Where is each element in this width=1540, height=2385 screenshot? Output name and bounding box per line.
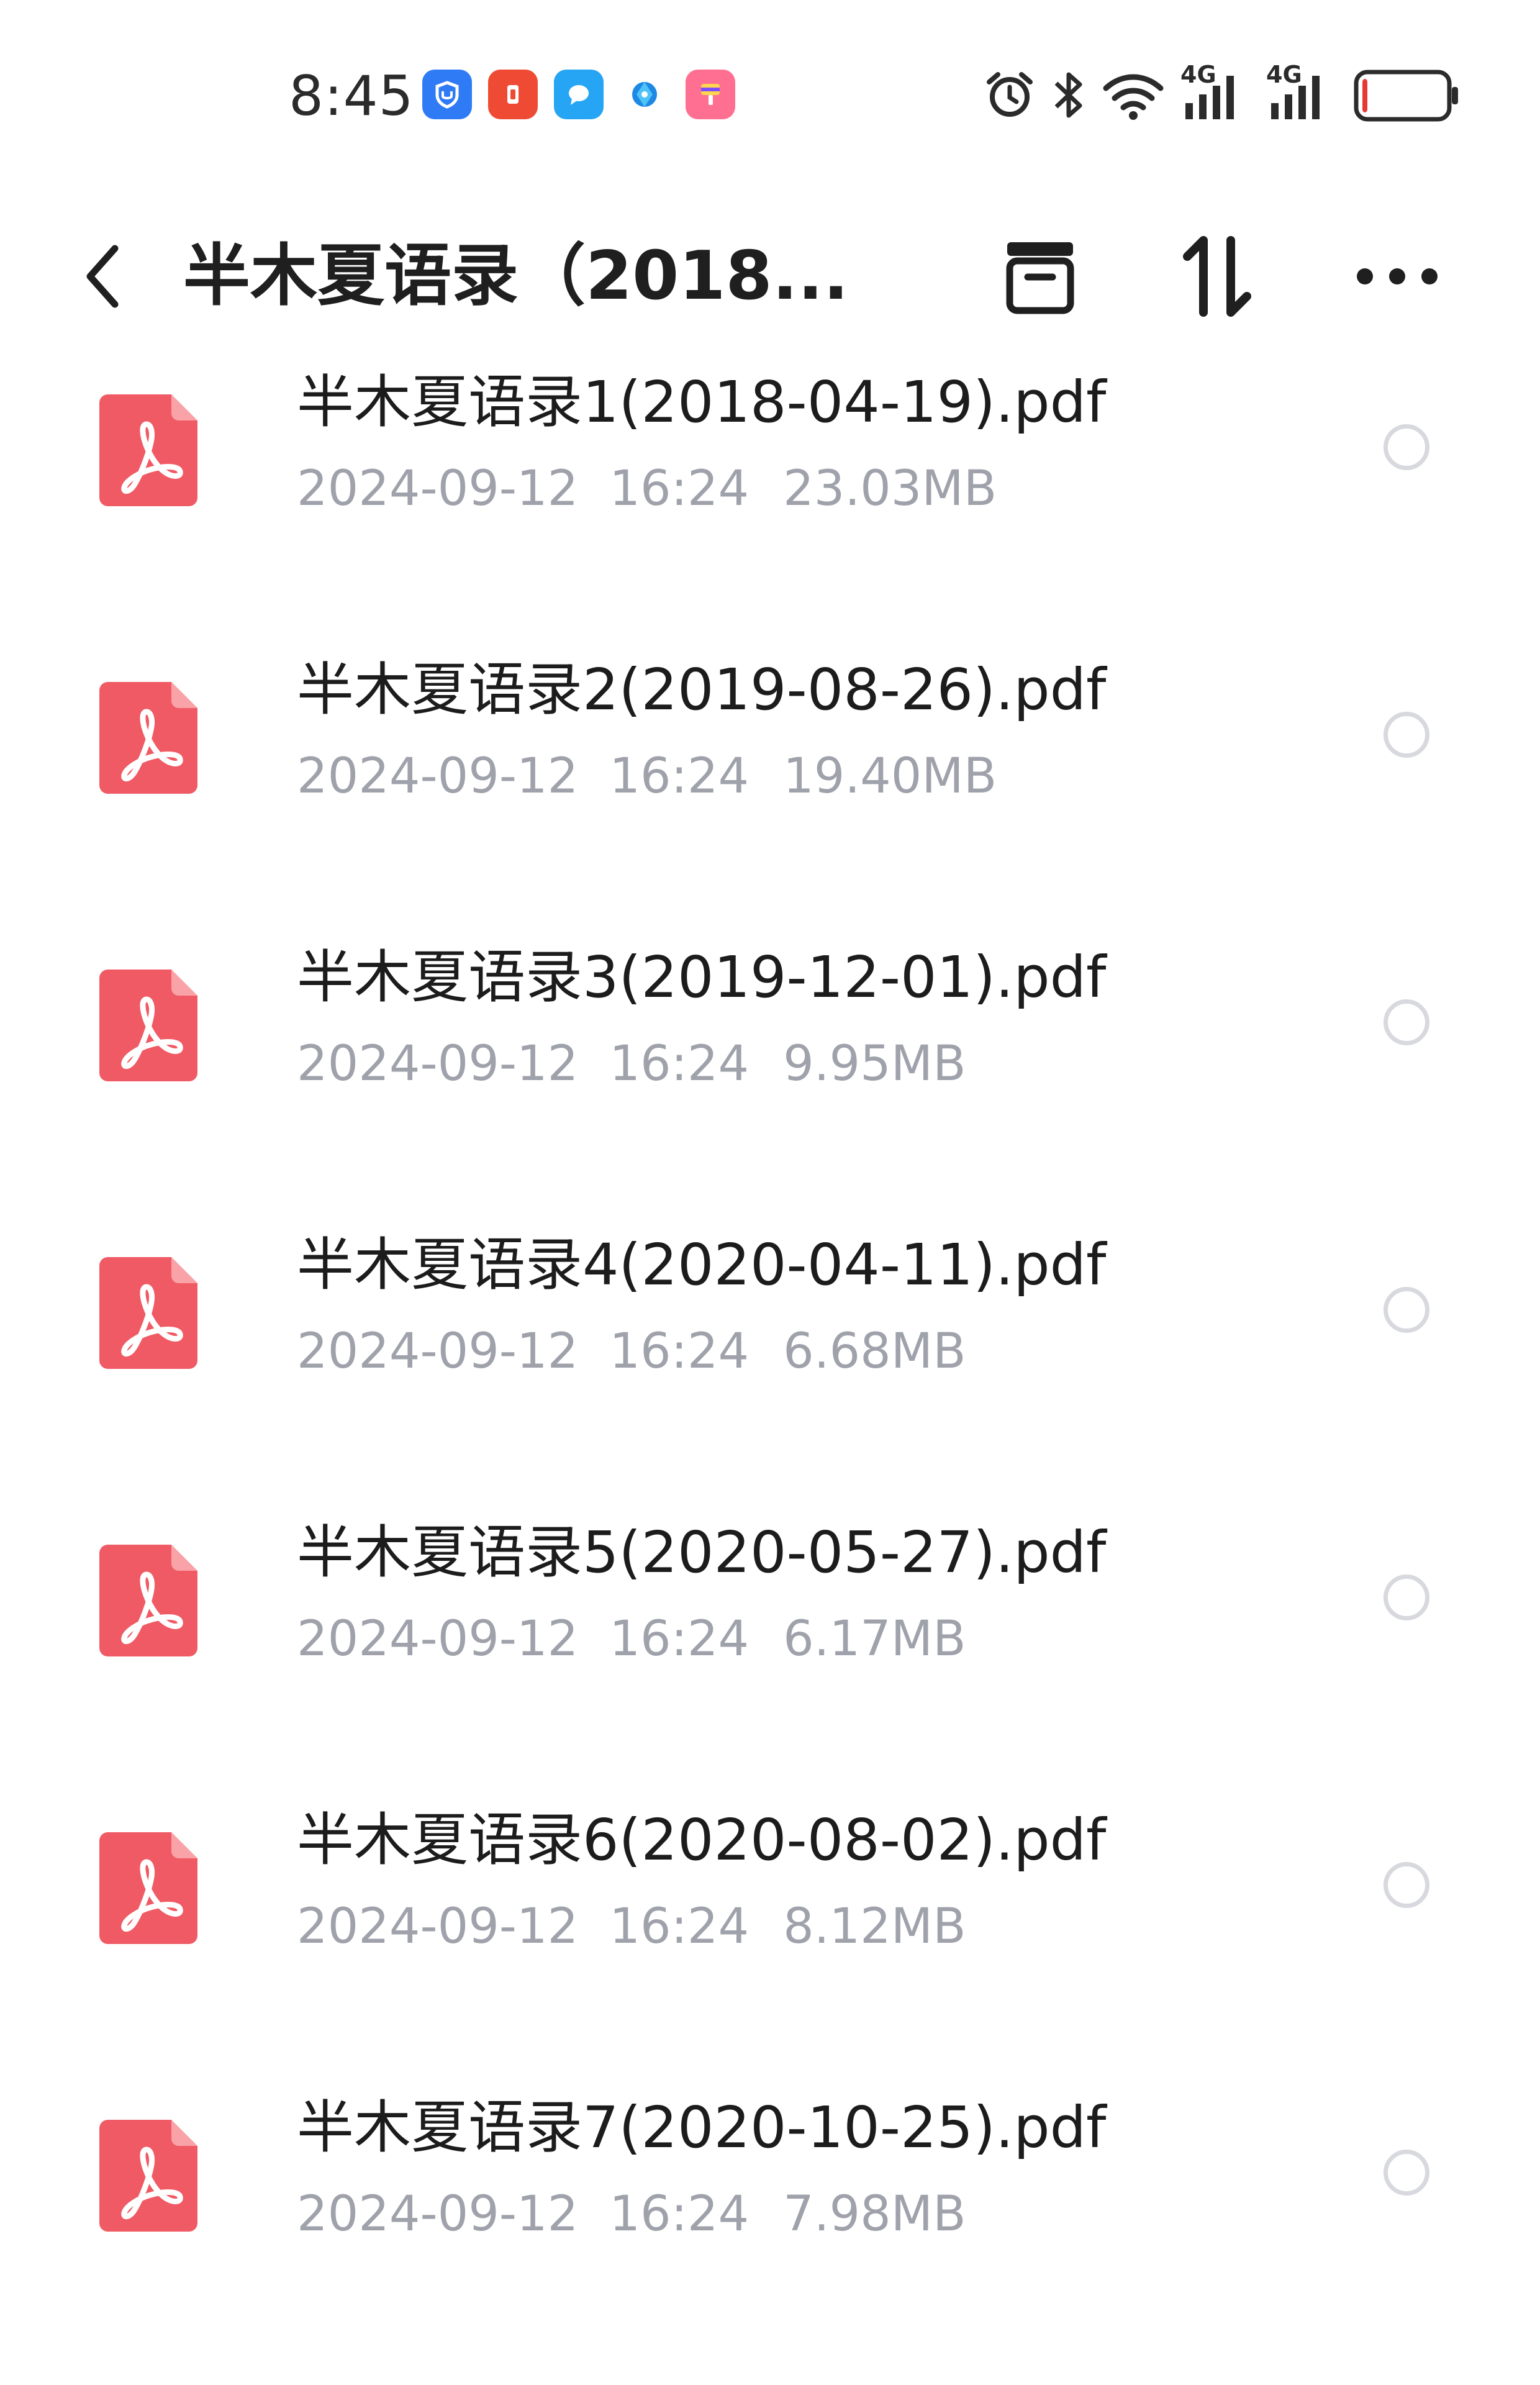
battery-icon xyxy=(1354,70,1458,122)
file-row[interactable]: 半木夏语录1(2018-04-19).pdf 2024-09-12 16:24 23… xyxy=(0,351,1540,638)
file-name: 半木夏语录1(2018-04-19).pdf xyxy=(297,369,1107,435)
select-radio[interactable] xyxy=(1384,999,1429,1045)
file-meta: 2024-09-12 16:24 8.12MB xyxy=(297,1896,966,1958)
sort-button[interactable] xyxy=(1171,233,1264,320)
pdf-file-icon xyxy=(99,394,197,506)
chat-app-icon xyxy=(554,70,604,119)
select-radio[interactable] xyxy=(1384,2150,1429,2196)
file-date: 2024-09-12 xyxy=(297,1036,579,1092)
file-time: 16:24 xyxy=(609,1036,750,1092)
file-name: 半木夏语录7(2020-10-25).pdf xyxy=(297,2094,1107,2161)
paint-app-icon xyxy=(686,70,735,119)
file-row[interactable]: 半木夏语录2(2019-08-26).pdf 2024-09-12 16:24 19… xyxy=(0,638,1540,926)
file-size: 6.17MB xyxy=(783,1611,966,1667)
file-name: 半木夏语录2(2019-08-26).pdf xyxy=(297,656,1107,723)
file-time: 16:24 xyxy=(609,1611,750,1667)
file-size: 6.68MB xyxy=(783,1324,966,1379)
more-icon xyxy=(1357,268,1438,284)
file-row[interactable]: 半木夏语录4(2020-04-11).pdf 2024-09-12 16:24 6.… xyxy=(0,1214,1540,1501)
signal-4g-icon: 4G xyxy=(1266,61,1336,123)
more-button[interactable] xyxy=(1351,233,1444,320)
pdf-file-icon xyxy=(99,682,197,794)
select-radio[interactable] xyxy=(1384,1287,1429,1333)
file-row[interactable]: 半木夏语录7(2020-10-25).pdf 2024-09-12 16:24 7.… xyxy=(0,2076,1540,2364)
select-radio[interactable] xyxy=(1384,1862,1429,1908)
file-row[interactable]: 半木夏语录5(2020-05-27).pdf 2024-09-12 16:24 6.… xyxy=(0,1501,1540,1789)
status-bar: 8:45 4G 4G xyxy=(0,0,1540,155)
system-icons: 4G 4G xyxy=(984,61,1336,123)
shield-app-icon xyxy=(422,70,472,119)
file-date: 2024-09-12 xyxy=(297,2186,579,2242)
browser-app-icon xyxy=(620,70,669,119)
bluetooth-icon xyxy=(1051,68,1086,122)
file-date: 2024-09-12 xyxy=(297,1611,579,1667)
file-meta: 2024-09-12 16:24 6.68MB xyxy=(297,1320,966,1383)
back-button[interactable] xyxy=(68,236,137,317)
page-title: 半木夏语录（2018.... xyxy=(183,237,854,315)
file-size: 8.12MB xyxy=(783,1899,966,1955)
file-meta: 2024-09-12 16:24 6.17MB xyxy=(297,1608,966,1670)
file-size: 23.03MB xyxy=(783,461,997,517)
file-time: 16:24 xyxy=(609,1324,750,1379)
sort-icon xyxy=(1183,236,1251,317)
file-meta: 2024-09-12 16:24 7.98MB xyxy=(297,2183,966,2245)
file-meta: 2024-09-12 16:24 23.03MB xyxy=(297,458,997,520)
signal-4g-label: 4G xyxy=(1266,61,1302,88)
notification-icons xyxy=(422,70,735,119)
pdf-file-icon xyxy=(99,1257,197,1369)
file-row[interactable]: 半木夏语录6(2020-08-02).pdf 2024-09-12 16:24 8.… xyxy=(0,1789,1540,2076)
wifi-icon xyxy=(1102,70,1164,120)
pdf-file-icon xyxy=(99,1832,197,1944)
file-row[interactable]: 半木夏语录3(2019-12-01).pdf 2024-09-12 16:24 9.… xyxy=(0,926,1540,1214)
file-date: 2024-09-12 xyxy=(297,461,579,517)
file-size: 9.95MB xyxy=(783,1036,966,1092)
file-time: 16:24 xyxy=(609,748,750,804)
file-meta: 2024-09-12 16:24 9.95MB xyxy=(297,1033,966,1095)
file-size: 19.40MB xyxy=(783,748,997,804)
file-date: 2024-09-12 xyxy=(297,748,579,804)
select-radio[interactable] xyxy=(1384,1574,1429,1620)
file-date: 2024-09-12 xyxy=(297,1324,579,1379)
select-radio[interactable] xyxy=(1384,712,1429,758)
chevron-left-icon xyxy=(86,245,119,308)
file-meta: 2024-09-12 16:24 19.40MB xyxy=(297,745,997,807)
signal-4g-icon: 4G xyxy=(1180,61,1250,123)
status-time: 8:45 xyxy=(289,64,414,128)
pdf-file-icon xyxy=(99,1545,197,1656)
pdf-file-icon xyxy=(99,2120,197,2232)
select-radio[interactable] xyxy=(1384,424,1429,470)
pdf-file-icon xyxy=(99,970,197,1081)
red-app-icon xyxy=(488,70,538,119)
header: 半木夏语录（2018.... xyxy=(0,205,1540,348)
file-name: 半木夏语录5(2020-05-27).pdf xyxy=(297,1519,1107,1586)
file-date: 2024-09-12 xyxy=(297,1899,579,1955)
alarm-icon xyxy=(984,70,1035,120)
file-name: 半木夏语录4(2020-04-11).pdf xyxy=(297,1232,1107,1298)
file-time: 16:24 xyxy=(609,1899,750,1955)
file-time: 16:24 xyxy=(609,461,750,517)
file-name: 半木夏语录3(2019-12-01).pdf xyxy=(297,944,1107,1011)
signal-4g-label: 4G xyxy=(1180,61,1216,88)
archive-button[interactable] xyxy=(994,233,1087,320)
archive-icon xyxy=(1006,242,1074,314)
file-size: 7.98MB xyxy=(783,2186,966,2242)
file-time: 16:24 xyxy=(609,2186,750,2242)
file-name: 半木夏语录6(2020-08-02).pdf xyxy=(297,1807,1107,1873)
